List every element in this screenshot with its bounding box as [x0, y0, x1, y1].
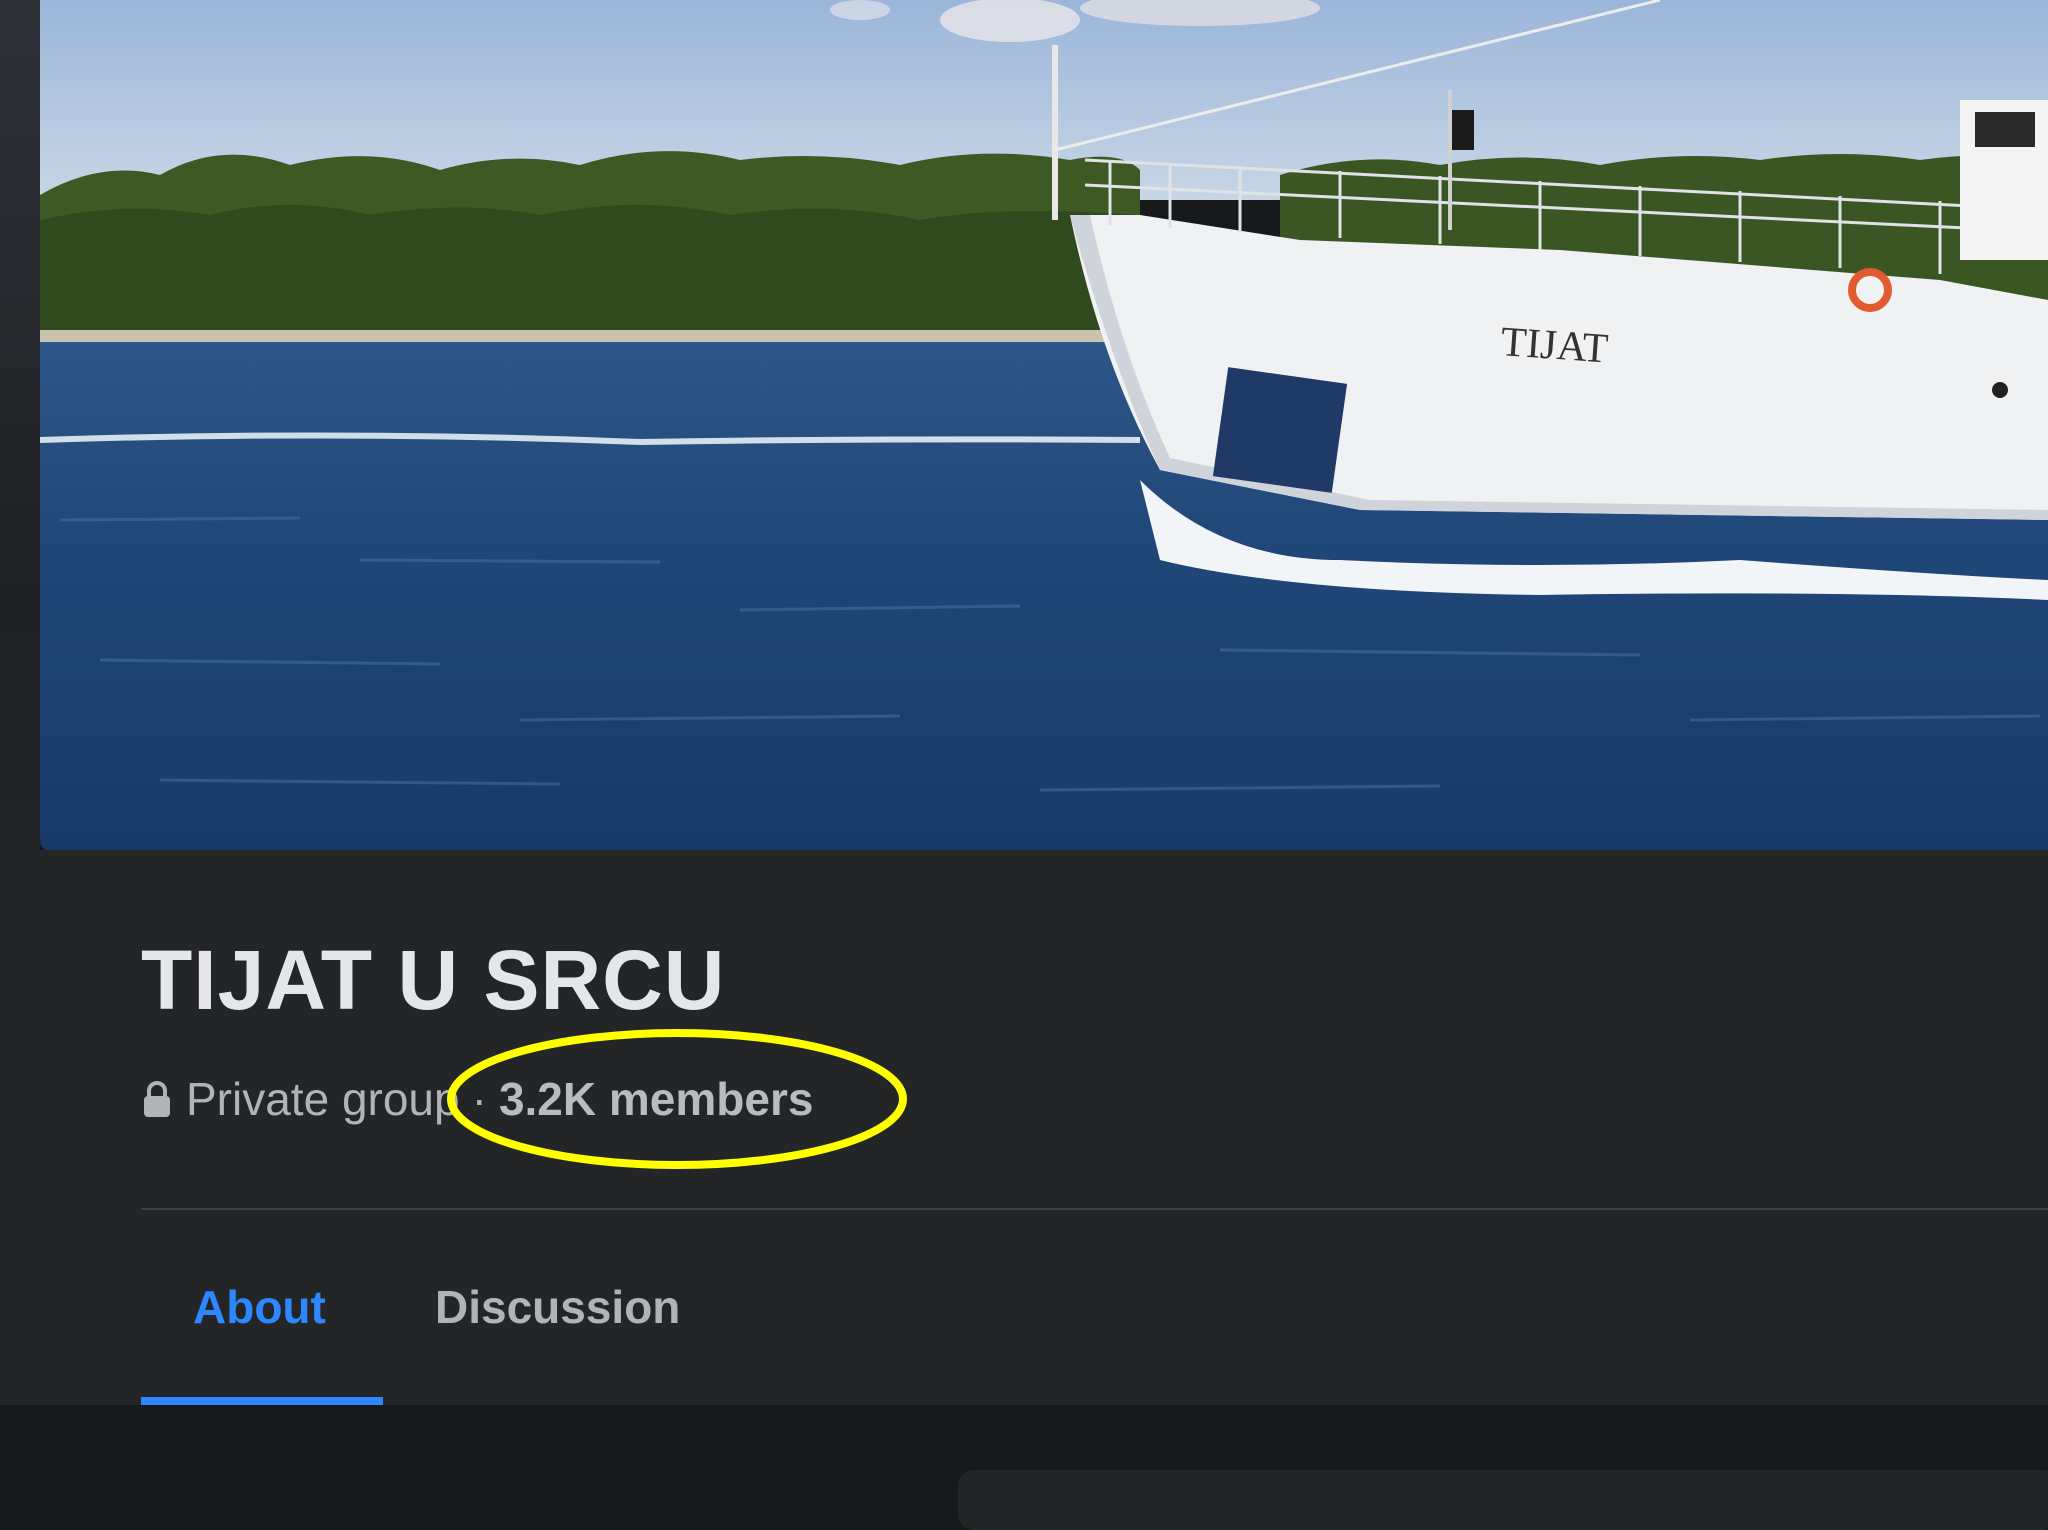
lock-icon	[144, 1081, 170, 1117]
tab-discussion-label: Discussion	[435, 1281, 681, 1333]
tab-discussion[interactable]: Discussion	[433, 1240, 703, 1405]
content-card	[958, 1470, 2048, 1530]
boat-name-text: TIJAT	[1499, 319, 1609, 372]
meta-separator: ·	[471, 1073, 487, 1125]
tab-about-label: About	[193, 1281, 326, 1333]
members-count-link[interactable]: 3.2K members	[499, 1076, 814, 1122]
cover-photo[interactable]: TIJAT	[40, 0, 2048, 852]
group-meta: Private group · 3.2K members	[142, 1076, 813, 1122]
active-tab-indicator	[141, 1397, 383, 1405]
window-left-edge	[0, 0, 40, 860]
header-divider	[141, 1208, 2048, 1210]
tab-about[interactable]: About	[141, 1240, 383, 1405]
group-title: TIJAT U SRCU	[141, 933, 726, 1027]
privacy-label: Private group	[186, 1073, 460, 1125]
